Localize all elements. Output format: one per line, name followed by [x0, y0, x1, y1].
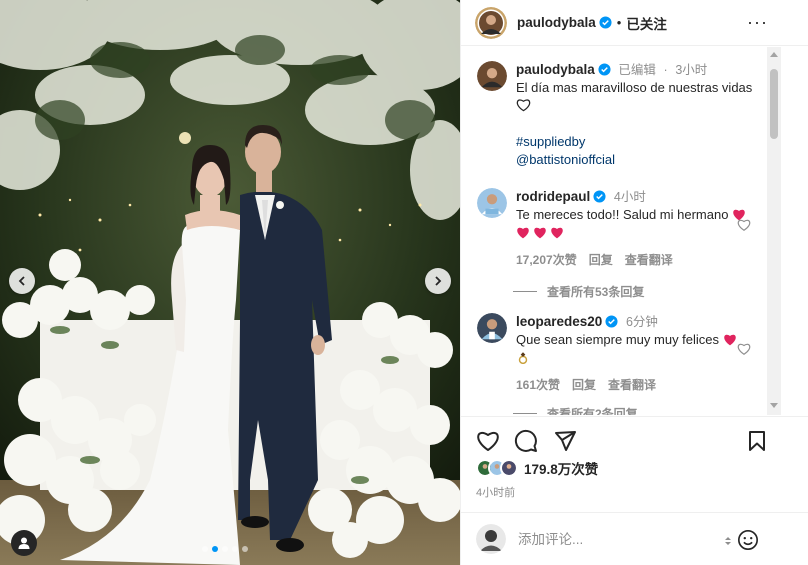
- comment-likes-count[interactable]: 161次赞: [516, 376, 560, 394]
- commenter-avatar[interactable]: [477, 188, 507, 218]
- spinner-arrows-icon[interactable]: [723, 535, 733, 547]
- caption-dot: ·: [663, 63, 668, 77]
- bookmark-icon[interactable]: [745, 429, 769, 453]
- comment-body: rodridepaul 4小时 Te mereces todo!! Salud …: [516, 188, 756, 269]
- comment-text: Que sean siempre muy muy felices: [516, 332, 720, 347]
- verified-badge-icon: [593, 190, 606, 203]
- comment-translate-button[interactable]: 查看翻译: [608, 376, 656, 394]
- comment-text-line: Te mereces todo!! Salud mi hermano: [516, 206, 756, 242]
- comment-item: leoparedes20 6分钟 Que sean siempre muy mu…: [477, 313, 756, 394]
- ring-emoji-icon: [518, 352, 528, 364]
- caption-username[interactable]: paulodybala: [516, 62, 595, 77]
- comment-translate-button[interactable]: 查看翻译: [625, 251, 673, 269]
- tagged-users-button[interactable]: [11, 530, 37, 556]
- carousel-dot: [232, 546, 238, 552]
- share-icon[interactable]: [553, 429, 577, 453]
- author-avatar[interactable]: [475, 6, 507, 39]
- red-heart-emoji-icon: [517, 227, 529, 239]
- header-separator: •: [616, 15, 622, 30]
- heart-outline-icon: [516, 99, 531, 112]
- carousel-dot: [222, 546, 228, 552]
- comment-body: leoparedes20 6分钟 Que sean siempre muy mu…: [516, 313, 756, 394]
- previous-photo-button[interactable]: [9, 268, 35, 294]
- caption-entry: paulodybala 已编辑 · 3小时 El día mas maravil…: [477, 61, 756, 169]
- comment-likes-count[interactable]: 17,207次赞: [516, 251, 577, 269]
- comments-scrollbar[interactable]: [767, 47, 781, 415]
- verified-badge-icon: [598, 63, 611, 76]
- follow-status-button[interactable]: 已关注: [626, 13, 667, 33]
- like-comment-heart-icon[interactable]: [737, 342, 751, 356]
- author-username[interactable]: paulodybala: [517, 15, 596, 30]
- commenter-username[interactable]: rodridepaul: [516, 189, 590, 204]
- red-heart-emoji-icon: [534, 227, 546, 239]
- replies-divider-line: [513, 291, 537, 292]
- caption-time[interactable]: 3小时: [675, 63, 707, 77]
- current-user-avatar: [476, 524, 506, 554]
- likes-summary[interactable]: 179.8万次赞: [476, 458, 598, 478]
- caption-mention-link[interactable]: @battistonioffcial: [516, 151, 756, 169]
- comment-text: Te mereces todo!! Salud mi hermano: [516, 207, 729, 222]
- caption-body: paulodybala 已编辑 · 3小时 El día mas maravil…: [516, 61, 756, 169]
- scroll-down-arrow-icon[interactable]: [770, 403, 778, 408]
- liker-avatar: [500, 459, 518, 477]
- carousel-dot: [242, 546, 248, 552]
- comment-time[interactable]: 6分钟: [626, 315, 658, 329]
- comment-reply-button[interactable]: 回复: [572, 376, 596, 394]
- verified-badge-icon: [605, 315, 618, 328]
- chevron-right-icon: [435, 276, 442, 286]
- carousel-indicator: [202, 546, 248, 552]
- scroll-up-arrow-icon[interactable]: [770, 52, 778, 57]
- likes-count[interactable]: 179.8万次赞: [524, 458, 598, 478]
- author-avatar[interactable]: [477, 61, 507, 91]
- post-media[interactable]: [0, 0, 460, 565]
- caption-text-line: El día mas maravilloso de nuestras vidas: [516, 79, 756, 115]
- caption-edited: 已编辑: [618, 63, 656, 77]
- comments-list[interactable]: paulodybala 已编辑 · 3小时 El día mas maravil…: [461, 47, 767, 415]
- post-timestamp[interactable]: 4小时前: [476, 484, 515, 500]
- post-side-panel: paulodybala • 已关注 ··· paulodybala 已编辑 · …: [460, 0, 808, 565]
- replies-divider-line: [513, 413, 537, 414]
- view-replies-button[interactable]: 查看所有2条回复: [513, 405, 638, 415]
- person-icon: [18, 537, 30, 549]
- chevron-left-icon: [18, 276, 25, 286]
- red-heart-emoji-icon: [551, 227, 563, 239]
- red-heart-emoji-icon: [723, 334, 736, 346]
- post-header: paulodybala • 已关注 ···: [461, 0, 808, 46]
- comment-item: rodridepaul 4小时 Te mereces todo!! Salud …: [477, 188, 756, 269]
- commenter-avatar[interactable]: [477, 313, 507, 343]
- more-options-button[interactable]: ···: [747, 12, 768, 33]
- comment-input[interactable]: [518, 531, 708, 547]
- comment-actions: 161次赞 回复 查看翻译: [516, 376, 756, 394]
- heart-icon[interactable]: [476, 429, 500, 453]
- add-comment-bar: [461, 512, 808, 565]
- wedding-photo: [0, 0, 460, 565]
- comment-actions: 17,207次赞 回复 查看翻译: [516, 251, 756, 269]
- verified-badge-icon: [599, 16, 612, 29]
- carousel-dot: [202, 546, 208, 552]
- like-comment-heart-icon[interactable]: [737, 218, 751, 232]
- commenter-username[interactable]: leoparedes20: [516, 314, 602, 329]
- comment-reply-button[interactable]: 回复: [589, 251, 613, 269]
- caption-hashtag-link[interactable]: #suppliedby: [516, 133, 756, 151]
- comment-icon[interactable]: [514, 429, 538, 453]
- comment-time[interactable]: 4小时: [614, 190, 646, 204]
- comment-text-line: Que sean siempre muy muy felices: [516, 331, 756, 367]
- view-replies-label: 查看所有53条回复: [547, 285, 645, 299]
- carousel-dot-active: [212, 546, 218, 552]
- caption-text: El día mas maravilloso de nuestras vidas: [516, 80, 753, 95]
- emoji-icon[interactable]: [737, 529, 759, 551]
- scroll-thumb[interactable]: [770, 69, 778, 139]
- view-replies-button[interactable]: 查看所有53条回复: [513, 283, 644, 300]
- next-photo-button[interactable]: [425, 268, 451, 294]
- view-replies-label: 查看所有2条回复: [547, 407, 638, 415]
